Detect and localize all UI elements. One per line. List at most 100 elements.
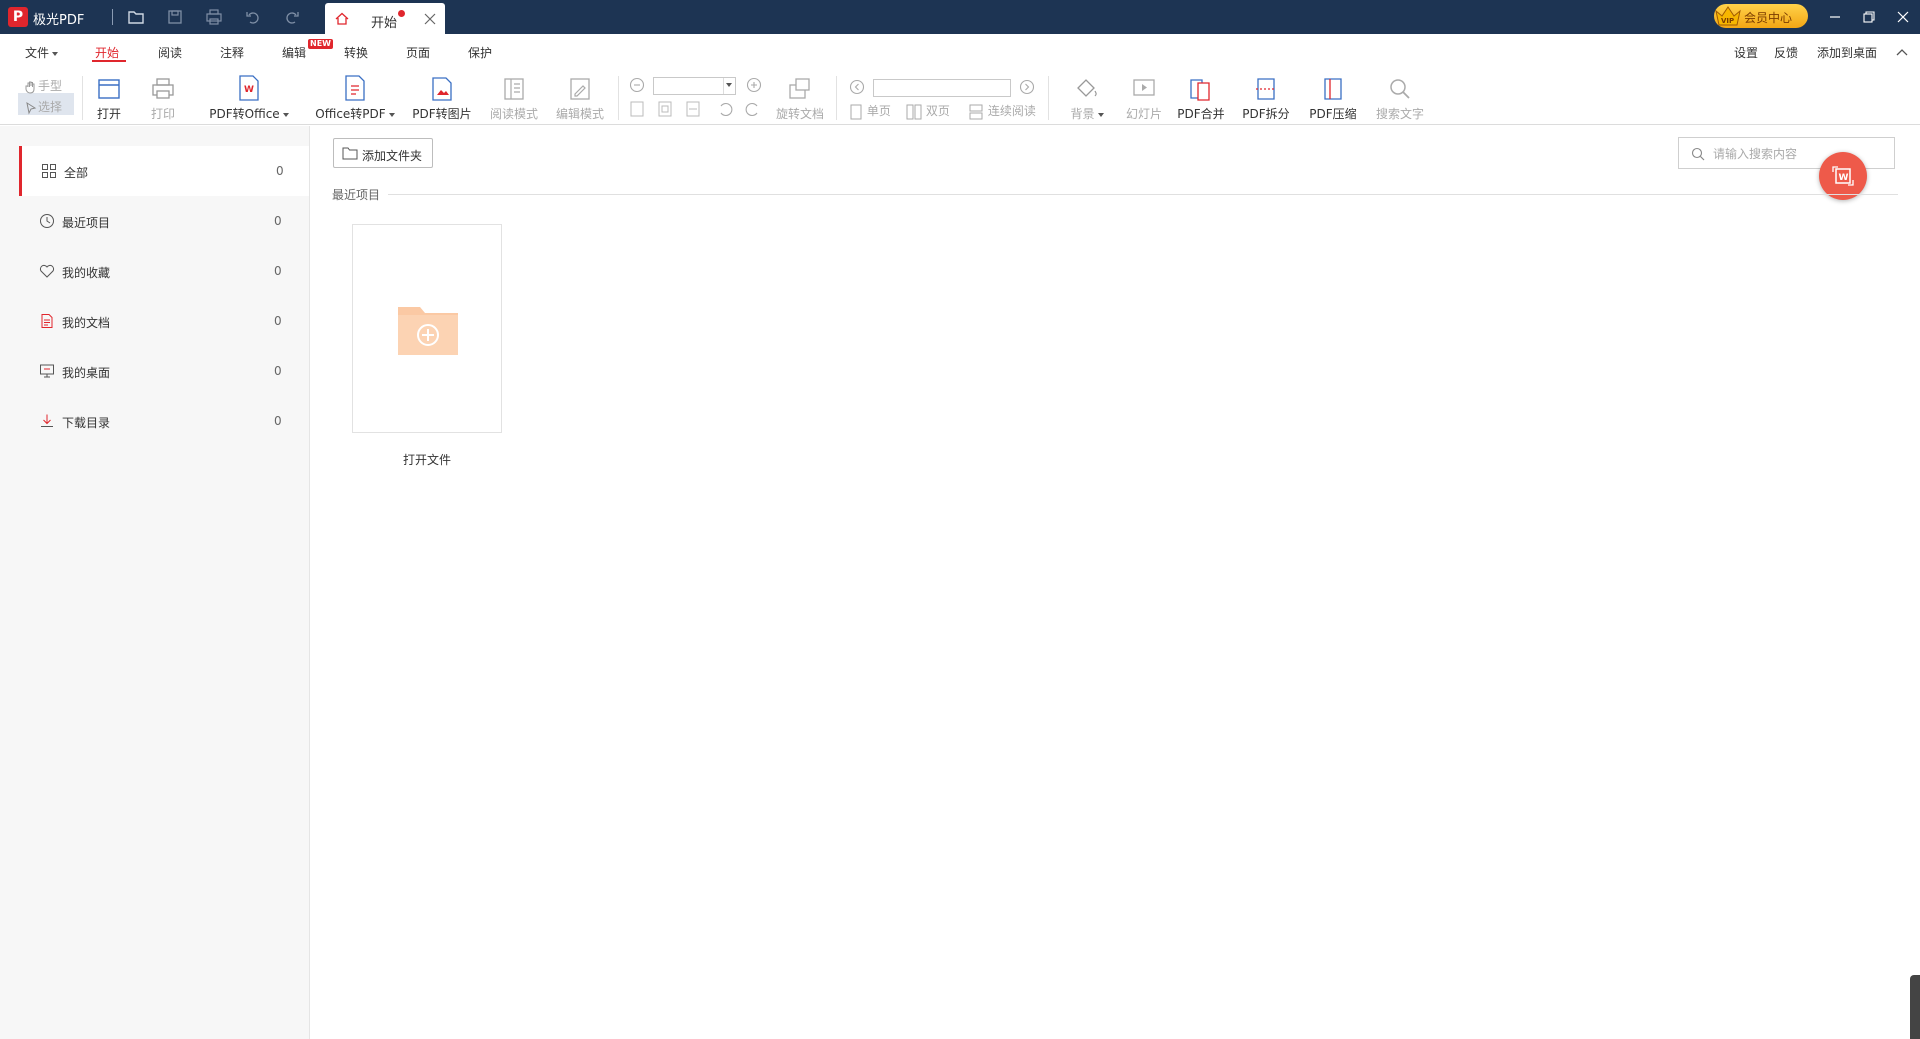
pdf-merge-icon — [1190, 79, 1210, 101]
close-icon[interactable] — [424, 13, 436, 25]
rotate-document-button[interactable]: 旋转文档 — [774, 76, 826, 122]
print-button[interactable]: 打印 — [148, 76, 178, 122]
active-menu-underline — [92, 60, 126, 62]
pdf-split-button[interactable]: PDF拆分 — [1241, 76, 1291, 122]
single-page-button[interactable]: 单页 — [849, 102, 891, 120]
pdf-to-word-icon: W — [239, 75, 259, 101]
previous-page-icon[interactable] — [849, 79, 865, 95]
office-to-pdf-icon — [345, 75, 365, 101]
menu-add-to-desktop[interactable]: 添加到桌面 — [1817, 44, 1877, 61]
menu-settings[interactable]: 设置 — [1734, 44, 1758, 61]
rotate-right-icon[interactable] — [745, 100, 761, 118]
open-button[interactable]: 打开 — [94, 76, 124, 122]
menu-edit[interactable]: 编辑 — [282, 44, 306, 61]
edit-mode-button[interactable]: 编辑模式 — [554, 76, 606, 122]
continuous-reading-button[interactable]: 连续阅读 — [968, 102, 1036, 120]
separator — [82, 76, 83, 120]
search-text-button[interactable]: 搜索文字 — [1374, 76, 1426, 122]
sidebar-item-count: 0 — [276, 164, 284, 178]
separator — [836, 76, 837, 120]
menu-feedback[interactable]: 反馈 — [1774, 44, 1798, 61]
section-divider — [388, 194, 1898, 195]
rotate-left-icon[interactable] — [717, 100, 733, 118]
sidebar: 全部 0 最近项目 0 我的收藏 0 我的文档 0 我的桌面 0 下载目录 0 — [0, 126, 310, 1039]
redo-icon[interactable] — [283, 8, 301, 26]
floating-convert-button[interactable]: W — [1819, 152, 1867, 200]
zoom-in-icon[interactable] — [746, 77, 762, 93]
restore-icon[interactable] — [1860, 8, 1878, 26]
print-icon[interactable] — [205, 8, 223, 26]
pdf-to-office-button[interactable]: W PDF转Office — [208, 74, 290, 122]
title-bar: P 极光PDF 开始 VIP 会员中心 — [0, 0, 1920, 34]
actual-size-icon[interactable] — [629, 100, 645, 118]
office-to-pdf-button[interactable]: Office转PDF — [314, 74, 396, 122]
menu-annotate[interactable]: 注释 — [220, 44, 244, 61]
side-widget-handle[interactable] — [1910, 975, 1920, 1039]
hand-tool[interactable]: 手型 — [24, 77, 62, 94]
zoom-out-icon[interactable] — [629, 77, 645, 93]
sidebar-item-my-documents[interactable]: 我的文档 0 — [20, 296, 310, 346]
menu-page[interactable]: 页面 — [406, 44, 430, 61]
search-icon — [1691, 147, 1705, 161]
read-mode-icon — [504, 78, 524, 100]
slideshow-icon — [1133, 79, 1155, 96]
printer-icon — [152, 78, 174, 99]
add-folder-label: 添加文件夹 — [362, 149, 423, 163]
new-badge: NEW — [308, 39, 333, 49]
title-separator — [112, 9, 113, 25]
menu-convert[interactable]: 转换 — [344, 44, 368, 61]
open-folder-icon[interactable] — [127, 8, 145, 26]
read-mode-button[interactable]: 阅读模式 — [488, 76, 540, 122]
undo-icon[interactable] — [244, 8, 262, 26]
sidebar-item-downloads[interactable]: 下载目录 0 — [20, 396, 310, 446]
pdf-compress-button[interactable]: PDF压缩 — [1308, 76, 1358, 122]
unsaved-dot — [398, 10, 405, 17]
page-number-input[interactable] — [873, 79, 1011, 97]
app-title: 极光PDF — [33, 13, 85, 28]
pdf-split-icon — [1256, 78, 1276, 100]
collapse-ribbon-icon[interactable] — [1896, 47, 1908, 57]
next-page-icon[interactable] — [1019, 79, 1035, 95]
menu-read[interactable]: 阅读 — [158, 44, 182, 61]
magnifier-icon — [1390, 79, 1410, 99]
continuous-reading-icon — [969, 104, 983, 119]
pdf-to-image-button[interactable]: PDF转图片 — [412, 76, 472, 122]
app-logo: P — [8, 7, 28, 27]
vip-center-button[interactable]: VIP 会员中心 — [1714, 4, 1808, 28]
save-icon[interactable] — [166, 8, 184, 26]
add-folder-button[interactable]: 添加文件夹 — [333, 138, 433, 168]
tab-home[interactable]: 开始 — [325, 3, 445, 34]
download-icon — [41, 414, 53, 427]
fit-width-icon[interactable] — [685, 100, 701, 118]
menu-protect[interactable]: 保护 — [468, 44, 492, 61]
ribbon-toolbar: 手型 选择 打开 打印 W PDF转Office Office转PDF PDF转… — [0, 68, 1920, 125]
slideshow-button[interactable]: 幻灯片 — [1124, 76, 1164, 122]
folder-icon — [342, 147, 358, 160]
menu-file[interactable]: 文件 — [25, 44, 59, 61]
window-close-icon[interactable] — [1894, 8, 1912, 26]
sidebar-item-count: 0 — [274, 414, 282, 428]
folder-add-icon — [398, 307, 458, 355]
background-button[interactable]: 背景 — [1068, 76, 1106, 122]
sidebar-item-all[interactable]: 全部 0 — [19, 146, 309, 196]
sidebar-item-label: 我的文档 — [62, 316, 111, 330]
menu-start[interactable]: 开始 — [95, 44, 119, 61]
heart-icon — [39, 264, 55, 278]
fit-page-icon[interactable] — [657, 100, 673, 118]
convert-word-icon: W — [1832, 166, 1854, 186]
sidebar-item-my-desktop[interactable]: 我的桌面 0 — [20, 346, 310, 396]
double-page-icon — [906, 104, 922, 119]
minimize-icon[interactable] — [1826, 8, 1844, 26]
pdf-compress-icon — [1324, 78, 1342, 100]
sidebar-item-label: 我的桌面 — [62, 366, 111, 380]
double-page-button[interactable]: 双页 — [906, 102, 950, 120]
section-title-recent: 最近项目 — [332, 188, 381, 202]
open-file-card[interactable] — [352, 224, 502, 433]
pdf-merge-button[interactable]: PDF合并 — [1176, 76, 1226, 122]
crown-icon: VIP — [1715, 6, 1741, 26]
select-tool[interactable]: 选择 — [24, 98, 62, 115]
sidebar-item-favorites[interactable]: 我的收藏 0 — [20, 246, 310, 296]
sidebar-item-count: 0 — [274, 314, 282, 328]
sidebar-item-recent[interactable]: 最近项目 0 — [20, 196, 310, 246]
zoom-level-select[interactable] — [653, 77, 736, 95]
